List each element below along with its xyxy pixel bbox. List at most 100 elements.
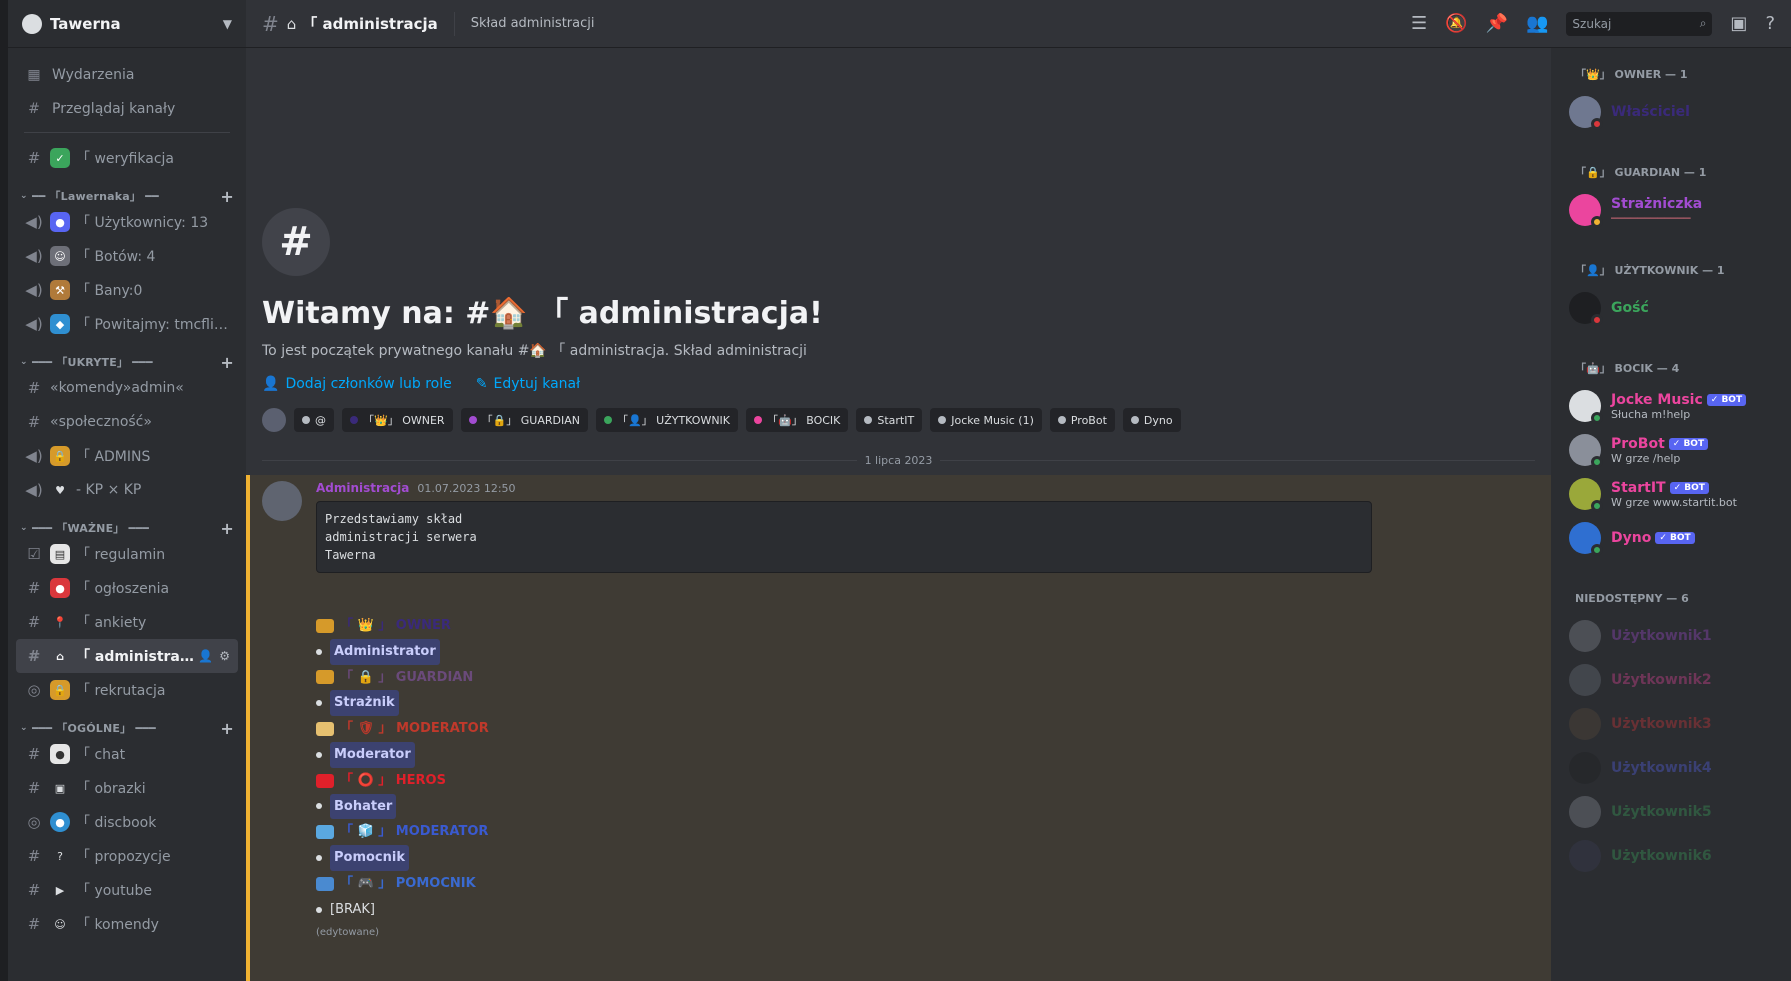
member-list-icon[interactable]: 👥 bbox=[1526, 13, 1548, 34]
server-icon bbox=[22, 13, 42, 34]
message[interactable]: Administracja 01.07.2023 12:50 Przedstaw… bbox=[246, 475, 1551, 981]
channel-bots[interactable]: ◀) ☺ 「 Botów: 4 bbox=[16, 239, 238, 273]
category-wazne[interactable]: ⌄ ━━━ 「WAŻNE」 ━━━ + bbox=[16, 507, 238, 538]
channel-youtube[interactable]: # ▶ 「 youtube bbox=[16, 873, 238, 907]
member-group-bots: 「🤖」 BOCIK — 4 bbox=[1575, 362, 1680, 375]
user-mention[interactable]: Moderator bbox=[330, 741, 415, 768]
add-channel-icon[interactable]: + bbox=[220, 719, 234, 738]
pin-icon[interactable]: 📌 bbox=[1486, 13, 1508, 34]
role-helper[interactable]: 「 🎮 」 POMOCNIK bbox=[316, 871, 1535, 897]
channel-polls[interactable]: # 📍 「 ankiety bbox=[16, 605, 238, 639]
lock-emoji-icon: 🔒 bbox=[50, 446, 70, 466]
add-member-icon[interactable]: 👤 bbox=[198, 649, 213, 663]
avatar[interactable] bbox=[262, 408, 286, 432]
user-mention[interactable]: Strażnik bbox=[330, 690, 399, 717]
add-channel-icon[interactable]: + bbox=[220, 519, 234, 538]
channel-verify[interactable]: # ✓ 「 weryfikacja bbox=[16, 141, 238, 175]
list-item: Administrator bbox=[316, 638, 1535, 665]
gear-icon[interactable]: ⚙ bbox=[219, 649, 230, 663]
channel-commands[interactable]: # ☺ 「 komendy bbox=[16, 907, 238, 941]
hash-icon: # bbox=[27, 915, 41, 933]
question-emoji-icon: ? bbox=[57, 849, 63, 863]
role-chip[interactable]: 「👑」 OWNER bbox=[342, 408, 453, 432]
user-mention[interactable]: Administrator bbox=[330, 638, 440, 665]
avatar bbox=[1569, 292, 1603, 326]
server-header[interactable]: Tawerna ▼ bbox=[8, 0, 246, 48]
channel-topic[interactable]: Skład administracji bbox=[471, 16, 595, 31]
member-item[interactable]: Użytkownik4 bbox=[1567, 746, 1783, 790]
add-members-button[interactable]: 👤 Dodaj członków lub role bbox=[262, 376, 452, 392]
chevron-down-icon[interactable]: ▼ bbox=[223, 17, 232, 31]
role-chip[interactable]: StartIT bbox=[856, 408, 923, 432]
role-owner[interactable]: 「 👑 」 OWNER bbox=[316, 613, 1535, 639]
avatar[interactable] bbox=[262, 481, 302, 521]
member-item[interactable]: Użytkownik3 bbox=[1567, 702, 1783, 746]
member-item[interactable]: Jocke Music ✓ BOT Słucha m!help bbox=[1567, 384, 1783, 428]
channel-recruit[interactable]: ◎ 🔒 「 rekrutacja bbox=[16, 673, 238, 707]
role-moderator-2[interactable]: 「 🧊 」 MODERATOR bbox=[316, 819, 1535, 845]
category-lawernaka[interactable]: ⌄ ━━ 「Lawernaka」 ━━ + bbox=[16, 175, 238, 206]
role-chip[interactable]: Dyno bbox=[1122, 408, 1181, 432]
channel-bans[interactable]: ◀) ⚒ 「 Bany:0 bbox=[16, 273, 238, 307]
add-channel-icon[interactable]: + bbox=[220, 187, 234, 206]
channel-sidebar: Tawerna ▼ ▦ Wydarzenia # Przeglądaj kana… bbox=[8, 0, 246, 981]
member-group-offline: NIEDOSTĘPNY — 6 bbox=[1575, 591, 1689, 605]
help-icon[interactable]: ? bbox=[1765, 13, 1775, 34]
search-input[interactable]: Szukaj ⌕ bbox=[1566, 11, 1713, 36]
avatar bbox=[1569, 96, 1603, 130]
nav-events[interactable]: ▦ Wydarzenia bbox=[16, 58, 238, 92]
member-item[interactable]: ProBot ✓ BOT W grze /help bbox=[1567, 428, 1783, 472]
edit-channel-button[interactable]: ✎ Edytuj kanał bbox=[476, 376, 580, 392]
channel-community[interactable]: # «społeczność» bbox=[16, 405, 238, 439]
user-mention[interactable]: Bohater bbox=[330, 793, 397, 820]
threads-icon[interactable]: ☰ bbox=[1411, 13, 1427, 34]
channel-chat[interactable]: # ● 「 chat bbox=[16, 737, 238, 771]
channel-administration[interactable]: # ⌂ 「 administracja 👤 ⚙ bbox=[16, 639, 238, 673]
member-item[interactable]: Właściciel bbox=[1567, 90, 1783, 134]
member-item[interactable]: Użytkownik6 bbox=[1567, 834, 1783, 878]
avatar bbox=[1569, 796, 1601, 828]
role-moderator[interactable]: 「 🛡 」 MODERATOR bbox=[316, 716, 1535, 742]
user-mention[interactable]: Pomocnik bbox=[330, 845, 409, 871]
member-item[interactable]: Gość bbox=[1567, 286, 1783, 330]
member-item[interactable]: Użytkownik5 bbox=[1567, 790, 1783, 834]
channel-welcome[interactable]: ◀) ◆ 「 Powitajmy: tmcflia... bbox=[16, 307, 238, 341]
house-emoji-icon: ⌂ bbox=[56, 649, 64, 663]
category-ogolne[interactable]: ⌄ ━━━ 「OGÓLNE」 ━━━ + bbox=[16, 707, 238, 738]
person-add-icon: 👤 bbox=[262, 376, 280, 392]
member-item[interactable]: Użytkownik1 bbox=[1567, 614, 1783, 658]
channel-rules[interactable]: ☑ ▤ 「 regulamin bbox=[16, 537, 238, 571]
channel-users[interactable]: ◀) ● 「 Użytkownicy: 13 bbox=[16, 205, 238, 239]
channel-cmd-admin[interactable]: # «komendy»admin« bbox=[16, 371, 238, 405]
channel-images[interactable]: # ▣ 「 obrazki bbox=[16, 771, 238, 805]
channel-proposals[interactable]: # ? 「 propozycje bbox=[16, 839, 238, 873]
list-item: [BRAK] bbox=[316, 897, 1535, 923]
role-chip[interactable]: 「🤖」 BOCIK bbox=[746, 408, 849, 432]
member-item[interactable]: Dyno ✓ BOT bbox=[1567, 516, 1783, 560]
role-chip[interactable]: @ bbox=[294, 408, 334, 432]
role-chip[interactable]: ProBot bbox=[1049, 408, 1115, 432]
role-guardian[interactable]: 「 🔒 」 GUARDIAN bbox=[316, 665, 1535, 691]
heart-emoji-icon: ♥ bbox=[55, 483, 65, 497]
member-item[interactable]: StartIT ✓ BOT W grze www.startit.bot bbox=[1567, 472, 1783, 516]
role-chip[interactable]: Jocke Music (1) bbox=[930, 408, 1042, 432]
channel-discbook[interactable]: ◎ ● 「 discbook bbox=[16, 805, 238, 839]
category-ukryte[interactable]: ⌄ ━━━ 「UKRYTE」 ━━━ + bbox=[16, 341, 238, 372]
nav-browse-channels[interactable]: # Przeglądaj kanały bbox=[16, 92, 238, 126]
channel-kp[interactable]: ◀) ♥ - KP × KP bbox=[16, 473, 238, 507]
divider bbox=[453, 11, 455, 36]
browse-channels-icon: # bbox=[28, 101, 40, 117]
member-item[interactable]: Strażniczka ──────────── bbox=[1567, 188, 1783, 232]
channel-announcements[interactable]: # ● 「 ogłoszenia bbox=[16, 571, 238, 605]
channel-admins[interactable]: ◀) 🔒 「 ADMINS bbox=[16, 439, 238, 473]
welcome-subtitle: To jest początek prywatnego kanału #🏠 「 … bbox=[262, 343, 807, 359]
inbox-icon[interactable]: ▣ bbox=[1730, 13, 1747, 34]
role-chip[interactable]: 「🔒」 GUARDIAN bbox=[460, 408, 588, 432]
speaker-icon: ◀) bbox=[25, 247, 43, 265]
add-channel-icon[interactable]: + bbox=[220, 353, 234, 372]
role-heros[interactable]: 「 ⭕ 」 HEROS bbox=[316, 768, 1535, 794]
member-item[interactable]: Użytkownik2 bbox=[1567, 658, 1783, 702]
mute-bell-icon[interactable]: 🔕 bbox=[1445, 13, 1467, 34]
message-author[interactable]: Administracja bbox=[316, 481, 409, 495]
role-chip[interactable]: 「👤」 UŻYTKOWNIK bbox=[595, 408, 739, 432]
